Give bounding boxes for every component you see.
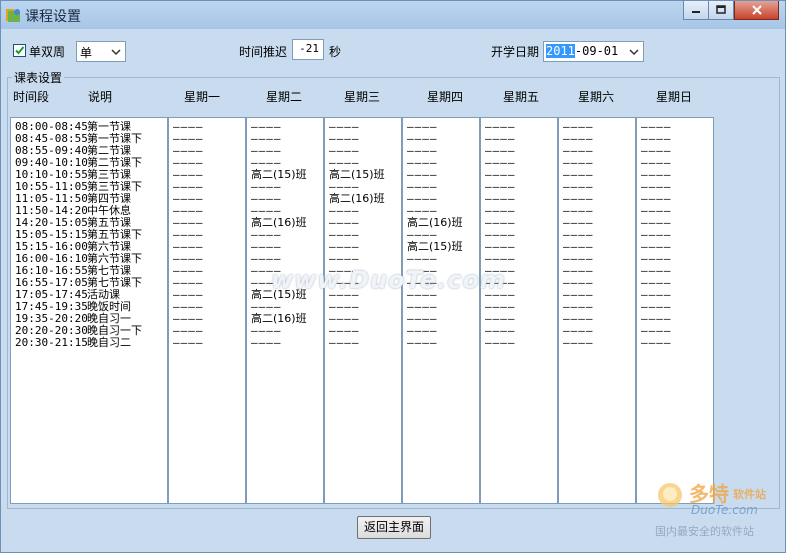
slot-time: 20:30-21:15 (15, 336, 88, 349)
header-fri: 星期五 (503, 90, 540, 104)
close-icon (751, 5, 762, 15)
header-mon: 星期一 (184, 90, 221, 104)
chevron-down-icon (629, 49, 639, 56)
week-mode-checkbox[interactable] (13, 44, 26, 57)
slot-desc: 晚自习二 (87, 336, 131, 349)
back-to-main-button[interactable]: 返回主界面 (357, 516, 431, 539)
empty-slot: ———— (485, 336, 516, 349)
header-thu: 星期四 (427, 90, 464, 104)
watermark-site: DuoTe.com (691, 503, 758, 517)
day-list-tue[interactable]: ———— ———— ———— ———— 高二(15)班 ———— ———— ———— 高二(16… (246, 117, 324, 504)
empty-slot: ———— (563, 336, 594, 349)
schedule-group-label: 课表设置 (12, 69, 65, 86)
window-title: 课程设置 (25, 9, 81, 25)
day-list-wed[interactable]: ———— ———— ———— ———— 高二(15)班 ———— 高二(16)班 ———— ——… (324, 117, 402, 504)
week-mode-value: 单 (80, 46, 93, 60)
header-sun: 星期日 (656, 90, 693, 104)
course-settings-window: 课程设置 单双周 单 时间推迟 -21 秒 开学日期 2011-09-01 课表… (0, 0, 786, 553)
header-wed: 星期三 (344, 90, 381, 104)
day-list-mon[interactable]: ———— ———— ———— ———— ———— ———— ———— ———— ———— ————… (168, 117, 246, 504)
minimize-button[interactable] (683, 1, 709, 20)
day-list-sun[interactable]: ———— ———— ———— ———— ———— ———— ———— ———— ———— ————… (636, 117, 714, 504)
week-mode-label: 单双周 (29, 45, 66, 59)
time-desc-list[interactable]: 08:00-08:45 第一节课 08:45-08:55 第一节课下 08:55-09:… (10, 117, 168, 504)
checkmark-icon (15, 46, 25, 55)
minimize-icon (692, 11, 700, 13)
header-tue: 星期二 (266, 90, 303, 104)
day-list-sat[interactable]: ———— ———— ———— ———— ———— ———— ———— ———— ———— ————… (558, 117, 636, 504)
start-date-label: 开学日期 (491, 45, 540, 59)
title-bar[interactable]: 课程设置 (1, 1, 785, 29)
empty-slot: ———— (251, 336, 282, 349)
day-list-thu[interactable]: ———— ———— ———— ———— ———— ———— ———— ———— 高二(16)班 —… (402, 117, 480, 504)
maximize-icon (716, 5, 726, 14)
header-time: 时间段 (13, 90, 50, 104)
start-date-year: 2011 (546, 44, 575, 58)
app-icon (6, 9, 20, 22)
delay-unit: 秒 (329, 45, 342, 59)
watermark-slogan: 国内最安全的软件站 (655, 525, 754, 538)
maximize-button[interactable] (708, 1, 734, 20)
start-date-value: 2011-09-01 (546, 44, 618, 58)
watermark-logo: 多特 软件站 DuoTe.com 国内最安全的软件站 (653, 478, 781, 538)
empty-slot: ———— (329, 336, 360, 349)
week-mode-select[interactable]: 单 (76, 41, 126, 62)
close-button[interactable] (734, 1, 779, 20)
header-sat: 星期六 (578, 90, 615, 104)
delay-input[interactable]: -21 (292, 39, 324, 60)
mascot-icon (658, 483, 682, 507)
start-date-rest: -09-01 (574, 44, 619, 58)
header-desc: 说明 (88, 90, 113, 104)
chevron-down-icon (111, 49, 121, 56)
empty-slot: ———— (641, 336, 672, 349)
empty-slot: ———— (407, 336, 438, 349)
day-list-fri[interactable]: ———— ———— ———— ———— ———— ———— ———— ———— ———— ————… (480, 117, 558, 504)
start-date-picker[interactable]: 2011-09-01 (543, 41, 644, 62)
watermark-brand-suffix: 软件站 (733, 488, 766, 501)
empty-slot: ———— (173, 336, 204, 349)
delay-label: 时间推迟 (239, 45, 288, 59)
